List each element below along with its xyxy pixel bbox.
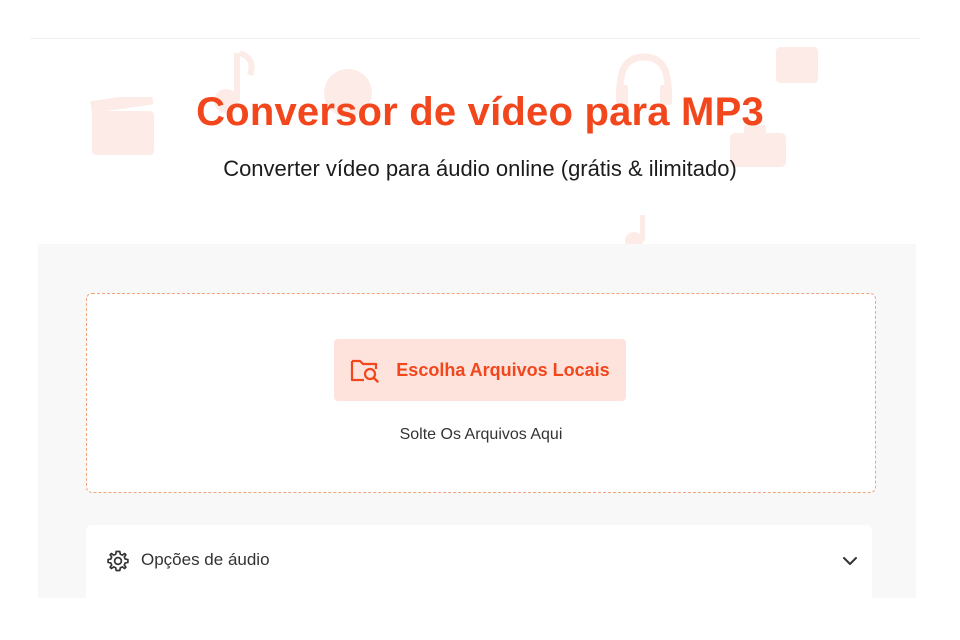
folder-search-icon (350, 356, 380, 384)
music-note-small-icon (625, 215, 645, 244)
page-subtitle: Converter vídeo para áudio online (gráti… (223, 156, 737, 181)
image-file-icon (776, 47, 818, 83)
page: Conversor de vídeo para MP3 Converter ví… (0, 0, 960, 640)
gear-icon (106, 549, 130, 573)
choose-local-files-button[interactable]: Escolha Arquivos Locais (334, 339, 626, 401)
audio-options-label: Opções de áudio (141, 550, 270, 569)
page-title: Conversor de vídeo para MP3 (196, 90, 764, 134)
converter-panel: Escolha Arquivos Locais Solte Os Arquivo… (38, 244, 916, 598)
audio-options-toggle[interactable]: Opções de áudio (86, 525, 872, 598)
choose-local-files-label: Escolha Arquivos Locais (396, 359, 610, 380)
file-dropzone[interactable]: Escolha Arquivos Locais Solte Os Arquivo… (86, 293, 876, 493)
chevron-down-icon[interactable] (840, 551, 860, 571)
hero-background (0, 39, 960, 244)
drop-files-hint: Solte Os Arquivos Aqui (399, 426, 563, 443)
